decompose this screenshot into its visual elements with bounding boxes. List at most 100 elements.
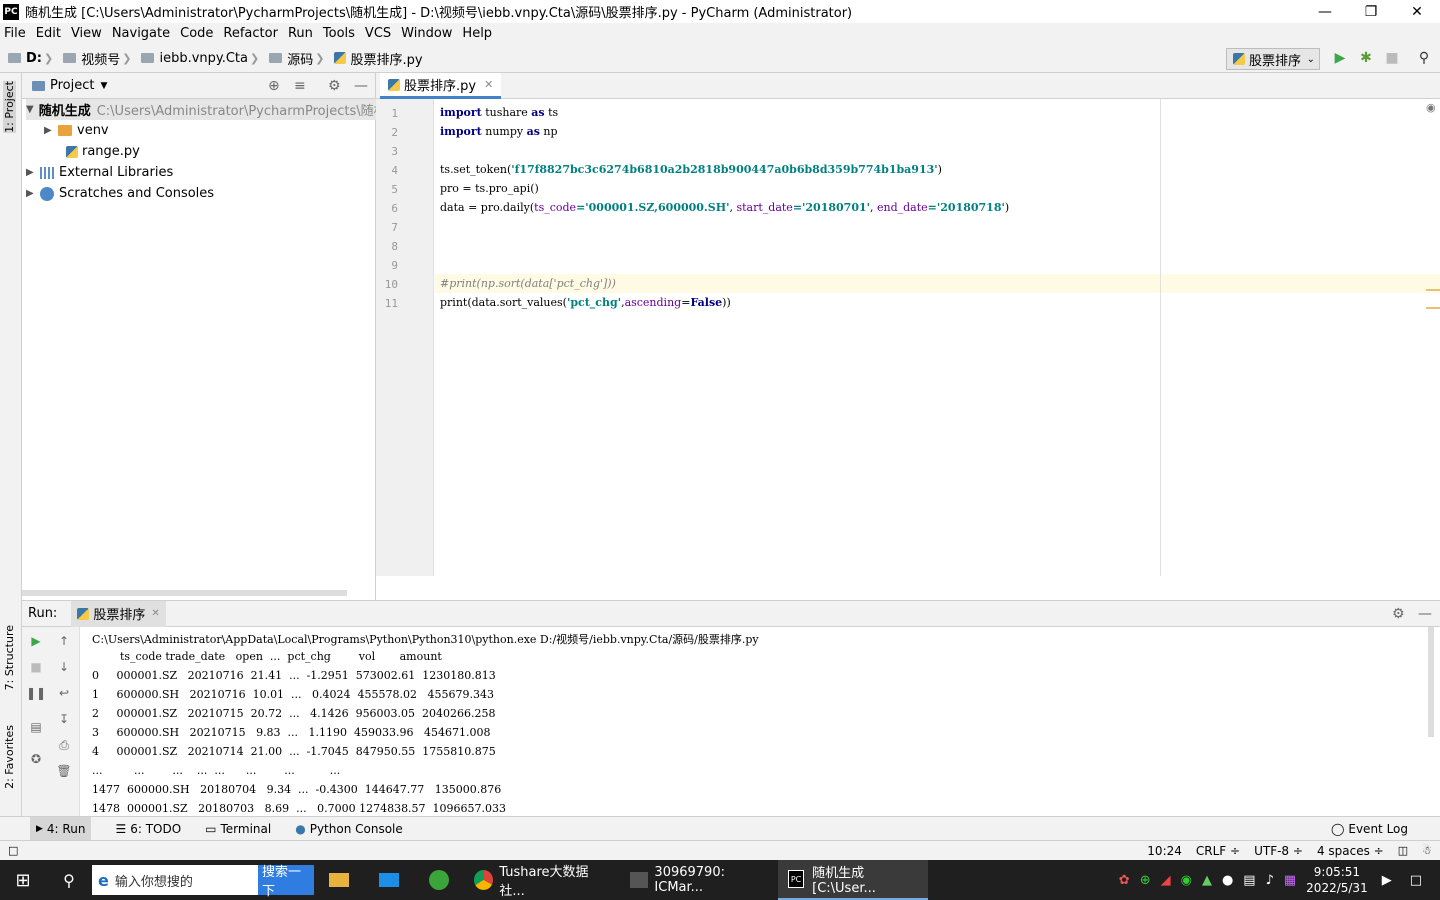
tree-item-venv[interactable]: ▶ venv (44, 120, 109, 141)
taskbar-clock[interactable]: 9:05:51 2022/5/31 (1306, 864, 1368, 896)
tray-nvidia-icon[interactable]: ▲ (1202, 873, 1212, 888)
breadcrumb-folder[interactable]: 源码 ❯ (269, 49, 330, 68)
taskbar-search-button[interactable]: 搜索一下 (258, 865, 314, 899)
tab-run[interactable]: ▶ 4: Run (30, 817, 92, 840)
file-explorer-icon[interactable] (314, 860, 364, 900)
tray-app-icon[interactable]: ✿ (1119, 873, 1130, 888)
tray-speaker-icon[interactable]: ◢ (1161, 873, 1171, 888)
close-button[interactable]: ✕ (1394, 4, 1440, 20)
taskbar-search-input[interactable]: e 输入你想搜的 (92, 865, 258, 895)
chevron-right-icon[interactable]: ▶ (26, 167, 40, 178)
run-config-select[interactable]: 股票排序 ⌄ (1226, 48, 1320, 70)
input-method-icon[interactable]: ▦ (1284, 873, 1296, 888)
menu-code[interactable]: Code (180, 26, 213, 41)
chevron-down-icon[interactable]: ▼ (26, 104, 34, 115)
pause-icon[interactable]: ❚❚ (26, 685, 46, 701)
layout-toggle-icon[interactable]: □ (8, 844, 18, 857)
caret-position[interactable]: 10:24 (1147, 844, 1182, 858)
breadcrumb-folder[interactable]: 视频号 ❯ (63, 49, 137, 68)
taskbar-app-market[interactable]: 30969790: ICMar... (620, 860, 778, 900)
gear-icon[interactable]: ⚙ (328, 78, 341, 94)
menu-tools[interactable]: Tools (323, 26, 355, 41)
code-line-comment[interactable]: #print(np.sort(data['pct_chg'])) (440, 277, 616, 290)
menu-run[interactable]: Run (288, 26, 313, 41)
tree-item-scratches[interactable]: ▶ Scratches and Consoles (26, 183, 214, 204)
close-tab-icon[interactable]: ✕ (484, 78, 493, 91)
tree-item-external-libraries[interactable]: ▶ External Libraries (26, 162, 173, 183)
collapse-icon[interactable]: ≡ (294, 78, 306, 94)
hide-icon[interactable]: — (1418, 606, 1432, 622)
restore-button[interactable]: ❐ (1348, 4, 1394, 20)
menu-file[interactable]: File (4, 26, 26, 41)
stop-icon[interactable]: ■ (28, 659, 44, 675)
taskbar-app-chrome[interactable]: Tushare大数据社... (464, 860, 620, 900)
arrow-up-icon[interactable]: ↑ (56, 633, 72, 649)
warning-marker[interactable] (1426, 289, 1440, 291)
browser-icon[interactable] (414, 860, 464, 900)
mail-icon[interactable] (364, 860, 414, 900)
stop-icon[interactable]: ■ (1384, 50, 1400, 66)
tree-root[interactable]: ▼ 随机生成 C:\Users\Administrator\PycharmPro… (26, 99, 387, 120)
windows-start-icon[interactable]: ⊞ (0, 860, 46, 900)
file-encoding[interactable]: UTF-8 ÷ (1254, 844, 1303, 858)
project-view-select[interactable]: Project (50, 78, 94, 93)
arrow-down-icon[interactable]: ↓ (56, 659, 72, 675)
menu-refactor[interactable]: Refactor (223, 26, 278, 41)
warning-marker[interactable] (1426, 307, 1440, 309)
notification-icon[interactable]: □ (1410, 873, 1422, 888)
editor-tab-file[interactable]: 股票排序.py ✕ (380, 73, 502, 99)
line-separator[interactable]: CRLF ÷ (1196, 844, 1240, 858)
tree-item-range-py[interactable]: range.py (66, 141, 140, 162)
event-log-button[interactable]: ◯ Event Log (1331, 822, 1408, 836)
code-line[interactable]: ts.set_token('f17f8827bc3c6274b6810a2b28… (440, 163, 942, 176)
run-icon[interactable]: ▶ (1332, 50, 1348, 66)
indent-setting[interactable]: 4 spaces ÷ (1317, 844, 1384, 858)
menu-help[interactable]: Help (462, 26, 492, 41)
code-line[interactable]: import tushare as ts (440, 106, 558, 119)
breadcrumb-folder[interactable]: iebb.vnpy.Cta ❯ (141, 51, 265, 66)
chevron-right-icon[interactable]: ▶ (44, 125, 58, 136)
breadcrumb-file[interactable]: 股票排序.py (334, 49, 423, 68)
lock-icon[interactable]: ◫ (1398, 844, 1408, 857)
taskbar-app-pycharm[interactable]: PC 随机生成 [C:\User... (778, 860, 928, 900)
rerun-icon[interactable]: ▶ (28, 633, 44, 649)
network-icon[interactable]: ▤ (1243, 873, 1255, 888)
layout-icon[interactable]: ▤ (28, 719, 44, 735)
favorites-tool-tab[interactable]: 2: Favorites (3, 725, 16, 789)
menu-navigate[interactable]: Navigate (112, 26, 170, 41)
debug-icon[interactable]: ✱ (1358, 50, 1374, 66)
scroll-to-end-icon[interactable]: ↧ (56, 711, 72, 727)
code-line[interactable]: pro = ts.pro_api() (440, 182, 539, 195)
search-icon[interactable]: ⚲ (1416, 50, 1432, 66)
tab-todo[interactable]: ☰ 6: TODO (115, 822, 181, 836)
hide-icon[interactable]: — (354, 78, 368, 94)
gear-icon[interactable]: ⚙ (1392, 606, 1405, 622)
tab-terminal[interactable]: ▭ Terminal (205, 822, 271, 836)
print-icon[interactable]: ⎙ (56, 737, 72, 753)
soft-wrap-icon[interactable]: ↩ (56, 685, 72, 701)
eye-icon[interactable]: ◉ (1426, 101, 1436, 114)
menu-edit[interactable]: Edit (36, 26, 61, 41)
minimize-button[interactable]: — (1302, 4, 1348, 20)
close-tab-icon[interactable]: ✕ (151, 608, 159, 619)
code-line[interactable]: import numpy as np (440, 125, 558, 138)
inspector-icon[interactable]: ☃ (1422, 844, 1432, 857)
chevron-right-icon[interactable]: ▶ (26, 188, 40, 199)
vertical-scrollbar[interactable] (1428, 627, 1434, 737)
project-tool-tab[interactable]: 1: Project (3, 81, 16, 133)
code-line[interactable]: print(data.sort_values('pct_chg',ascendi… (440, 296, 731, 309)
show-desktop-icon[interactable]: ▶ (1382, 873, 1392, 888)
wechat-icon[interactable]: ◉ (1181, 873, 1192, 888)
menu-vcs[interactable]: VCS (365, 26, 391, 41)
microphone-icon[interactable]: ● (1222, 873, 1233, 888)
tray-plus-icon[interactable]: ⊕ (1140, 873, 1151, 888)
search-icon[interactable]: ⚲ (46, 860, 92, 900)
menu-window[interactable]: Window (401, 26, 452, 41)
tab-python-console[interactable]: ● Python Console (295, 822, 403, 836)
breadcrumb-drive[interactable]: D: ❯ (8, 51, 59, 66)
pin-icon[interactable]: ✪ (28, 751, 44, 767)
trash-icon[interactable]: 🗑 (56, 763, 72, 779)
code-line[interactable]: data = pro.daily(ts_code='000001.SZ,6000… (440, 201, 1009, 214)
chevron-down-icon[interactable]: ▼ (100, 81, 107, 91)
volume-icon[interactable]: ♪ (1266, 873, 1274, 888)
